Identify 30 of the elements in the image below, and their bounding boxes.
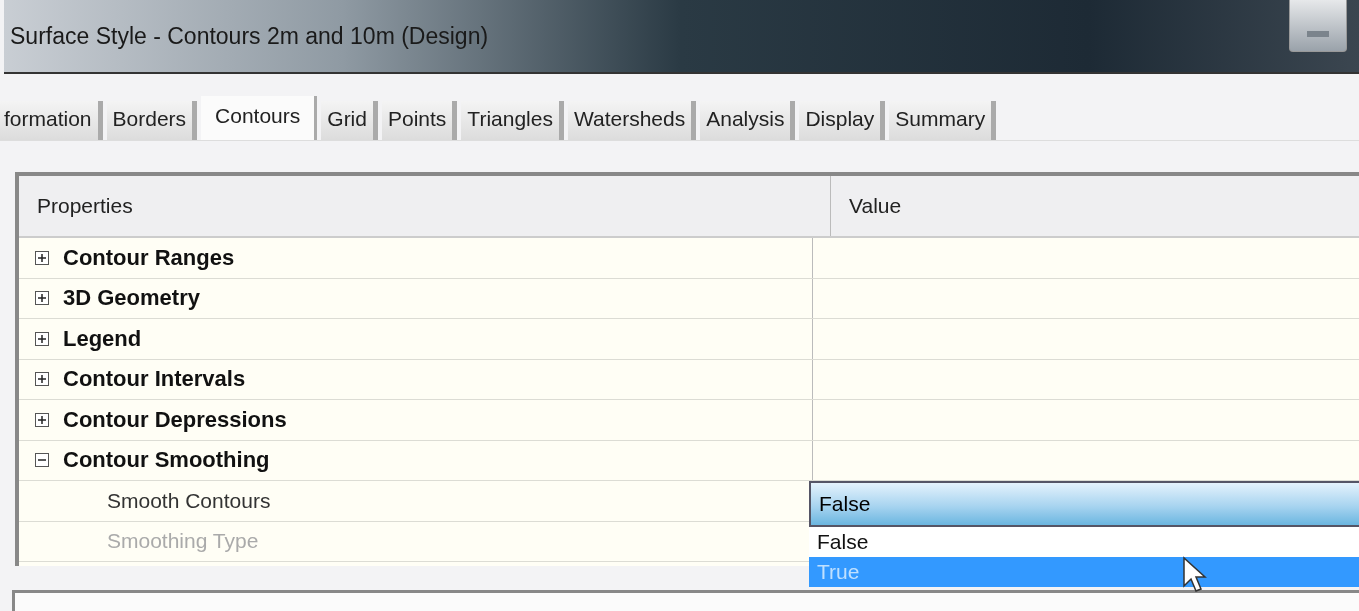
property-label: Smooth Contours	[107, 488, 271, 513]
dropdown-field[interactable]: False	[809, 481, 1359, 527]
tab[interactable]: Summary	[889, 101, 997, 140]
collapse-icon[interactable]	[35, 453, 49, 468]
window-title: Surface Style - Contours 2m and 10m (Design)	[10, 22, 489, 50]
group-label: 3D Geometry	[63, 285, 200, 312]
tab[interactable]: formation	[0, 101, 103, 140]
group-label: Contour Depressions	[63, 406, 287, 433]
group-label: Legend	[63, 325, 142, 352]
tab[interactable]: Analysis	[700, 101, 796, 140]
expand-icon[interactable]	[35, 331, 49, 346]
property-label: Smoothing Type	[107, 529, 259, 554]
tab[interactable]: Triangles	[461, 101, 564, 140]
dropdown-option[interactable]: False	[809, 527, 1359, 557]
group-label: Contour Ranges	[63, 244, 235, 271]
minimize-button[interactable]	[1289, 0, 1347, 52]
tab[interactable]: Points	[382, 101, 458, 140]
expand-icon[interactable]	[35, 291, 49, 306]
tab[interactable]: Display	[799, 101, 886, 140]
group-label: Contour Smoothing	[63, 447, 270, 474]
tab[interactable]: Borders	[106, 101, 198, 140]
column-header: Properties	[36, 193, 134, 219]
tab[interactable]: Contours	[201, 96, 318, 140]
group-label: Contour Intervals	[63, 366, 246, 393]
expand-icon[interactable]	[35, 250, 49, 265]
tab[interactable]: Grid	[321, 101, 378, 140]
column-header: Value	[830, 176, 1359, 236]
tab[interactable]: Watersheds	[567, 101, 697, 140]
expand-icon[interactable]	[35, 412, 49, 427]
expand-icon[interactable]	[35, 372, 49, 387]
